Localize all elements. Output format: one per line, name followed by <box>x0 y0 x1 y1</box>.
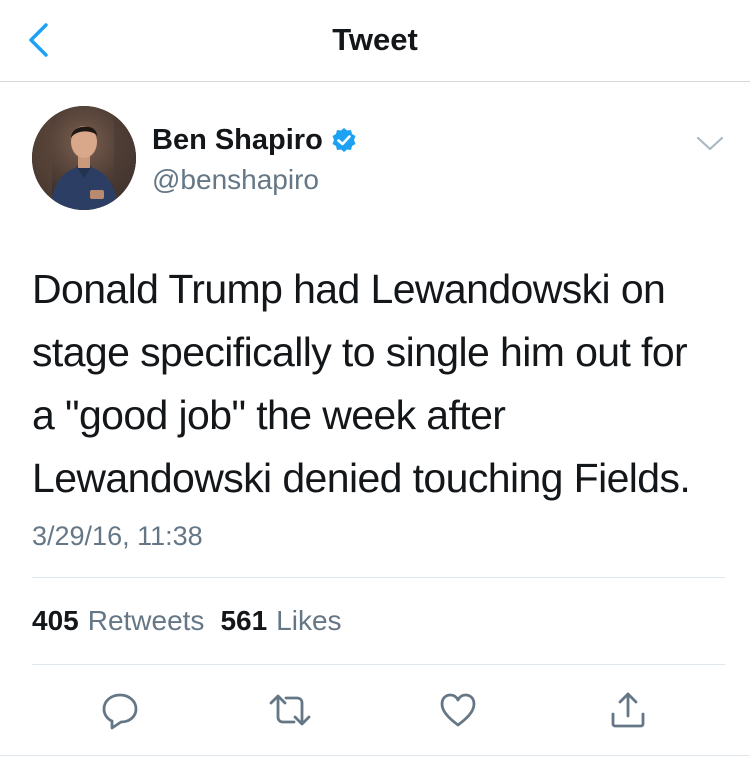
like-button[interactable] <box>432 684 484 736</box>
tweet-actions <box>0 684 750 736</box>
tweet-text-line: a "good job" the week after <box>32 392 506 438</box>
tweet-author: Ben Shapiro @benshapiro <box>152 120 357 198</box>
likes-label: Likes <box>276 605 342 636</box>
tweet-text-line: stage specifically to single him out for <box>32 329 688 375</box>
divider <box>0 755 750 756</box>
likes-count: 561 <box>220 605 268 636</box>
retweets-stat[interactable]: 405 Retweets <box>32 603 204 639</box>
tweet-timestamp: 3/29/16, 11:38 <box>32 521 203 551</box>
navigation-bar: Tweet <box>0 0 750 82</box>
tweet-text: Donald Trump had Lewandowski on stage sp… <box>32 258 722 510</box>
share-button[interactable] <box>602 684 654 736</box>
reply-button[interactable] <box>94 684 146 736</box>
page-title: Tweet <box>332 22 418 57</box>
avatar[interactable] <box>32 106 136 210</box>
retweets-count: 405 <box>32 605 79 636</box>
more-options-button[interactable] <box>694 130 726 156</box>
share-icon <box>611 692 645 728</box>
chevron-down-icon <box>696 136 724 151</box>
author-name-row: Ben Shapiro <box>152 120 357 160</box>
divider <box>32 664 725 665</box>
author-name[interactable]: Ben Shapiro <box>152 124 323 157</box>
divider <box>32 577 725 578</box>
verified-badge-icon <box>331 127 357 153</box>
author-handle[interactable]: @benshapiro <box>152 162 357 198</box>
retweet-icon <box>269 694 311 726</box>
reply-icon <box>102 693 138 730</box>
retweets-label: Retweets <box>87 605 205 636</box>
avatar-image <box>32 106 136 210</box>
tweet-stats: 405 Retweets 561 Likes <box>32 603 358 639</box>
retweet-button[interactable] <box>264 684 316 736</box>
tweet-text-line: Lewandowski denied touching Fields. <box>32 455 691 501</box>
like-heart-icon <box>440 693 476 727</box>
likes-stat[interactable]: 561 Likes <box>220 603 341 639</box>
tweet-text-line: Donald Trump had Lewandowski on <box>32 266 666 312</box>
